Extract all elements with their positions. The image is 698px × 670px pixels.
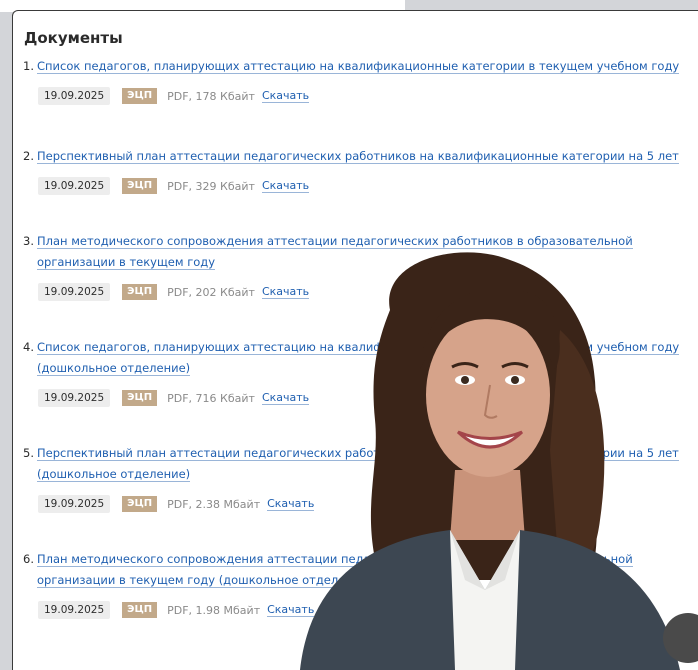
document-number: 3. bbox=[23, 234, 34, 248]
document-number: 2. bbox=[23, 149, 34, 163]
document-link[interactable]: Список педагогов, планирующих аттестацию… bbox=[36, 59, 680, 74]
document-meta: 19.09.2025 ЭЦП PDF, 329 Кбайт Скачать bbox=[38, 177, 698, 195]
download-link[interactable]: Скачать bbox=[261, 179, 310, 193]
document-number: 6. bbox=[23, 552, 34, 566]
document-link[interactable]: Перспективный план аттестации педагогиче… bbox=[36, 149, 679, 164]
document-date: 19.09.2025 bbox=[38, 177, 111, 195]
signature-badge: ЭЦП bbox=[122, 602, 158, 618]
signature-badge: ЭЦП bbox=[122, 178, 158, 194]
document-link-continued[interactable]: (дошкольное отделение) bbox=[37, 361, 191, 376]
file-size: PDF, 1.98 Мбайт bbox=[167, 603, 261, 617]
document-number: 4. bbox=[23, 340, 34, 354]
file-size: PDF, 202 Кбайт bbox=[167, 285, 255, 299]
document-link[interactable]: План методического сопровождения аттеста… bbox=[36, 234, 633, 249]
signature-badge: ЭЦП bbox=[122, 496, 158, 512]
file-size: PDF, 2.38 Мбайт bbox=[167, 497, 261, 511]
document-item: 1. Список педагогов, планирующих аттестац… bbox=[23, 56, 698, 105]
document-number: 1. bbox=[23, 59, 34, 73]
document-meta: 19.09.2025 ЭЦП PDF, 178 Кбайт Скачать bbox=[38, 87, 698, 105]
document-link-continued[interactable]: (дошкольное отделение) bbox=[37, 467, 191, 482]
document-date: 19.09.2025 bbox=[38, 495, 111, 513]
document-item: 2. Перспективный план аттестации педагоги… bbox=[23, 146, 698, 195]
file-size: PDF, 329 Кбайт bbox=[167, 179, 255, 193]
signature-badge: ЭЦП bbox=[122, 284, 158, 300]
section-title: Документы bbox=[24, 29, 123, 47]
file-size: PDF, 178 Кбайт bbox=[167, 89, 255, 103]
document-link-continued[interactable]: организации в текущем году bbox=[37, 255, 216, 270]
document-number: 5. bbox=[23, 446, 34, 460]
document-date: 19.09.2025 bbox=[38, 283, 111, 301]
document-date: 19.09.2025 bbox=[38, 87, 111, 105]
woman-portrait-photo bbox=[300, 252, 680, 670]
signature-badge: ЭЦП bbox=[122, 390, 158, 406]
document-date: 19.09.2025 bbox=[38, 601, 111, 619]
download-link[interactable]: Скачать bbox=[261, 89, 310, 103]
signature-badge: ЭЦП bbox=[122, 88, 158, 104]
file-size: PDF, 716 Кбайт bbox=[167, 391, 255, 405]
document-date: 19.09.2025 bbox=[38, 389, 111, 407]
